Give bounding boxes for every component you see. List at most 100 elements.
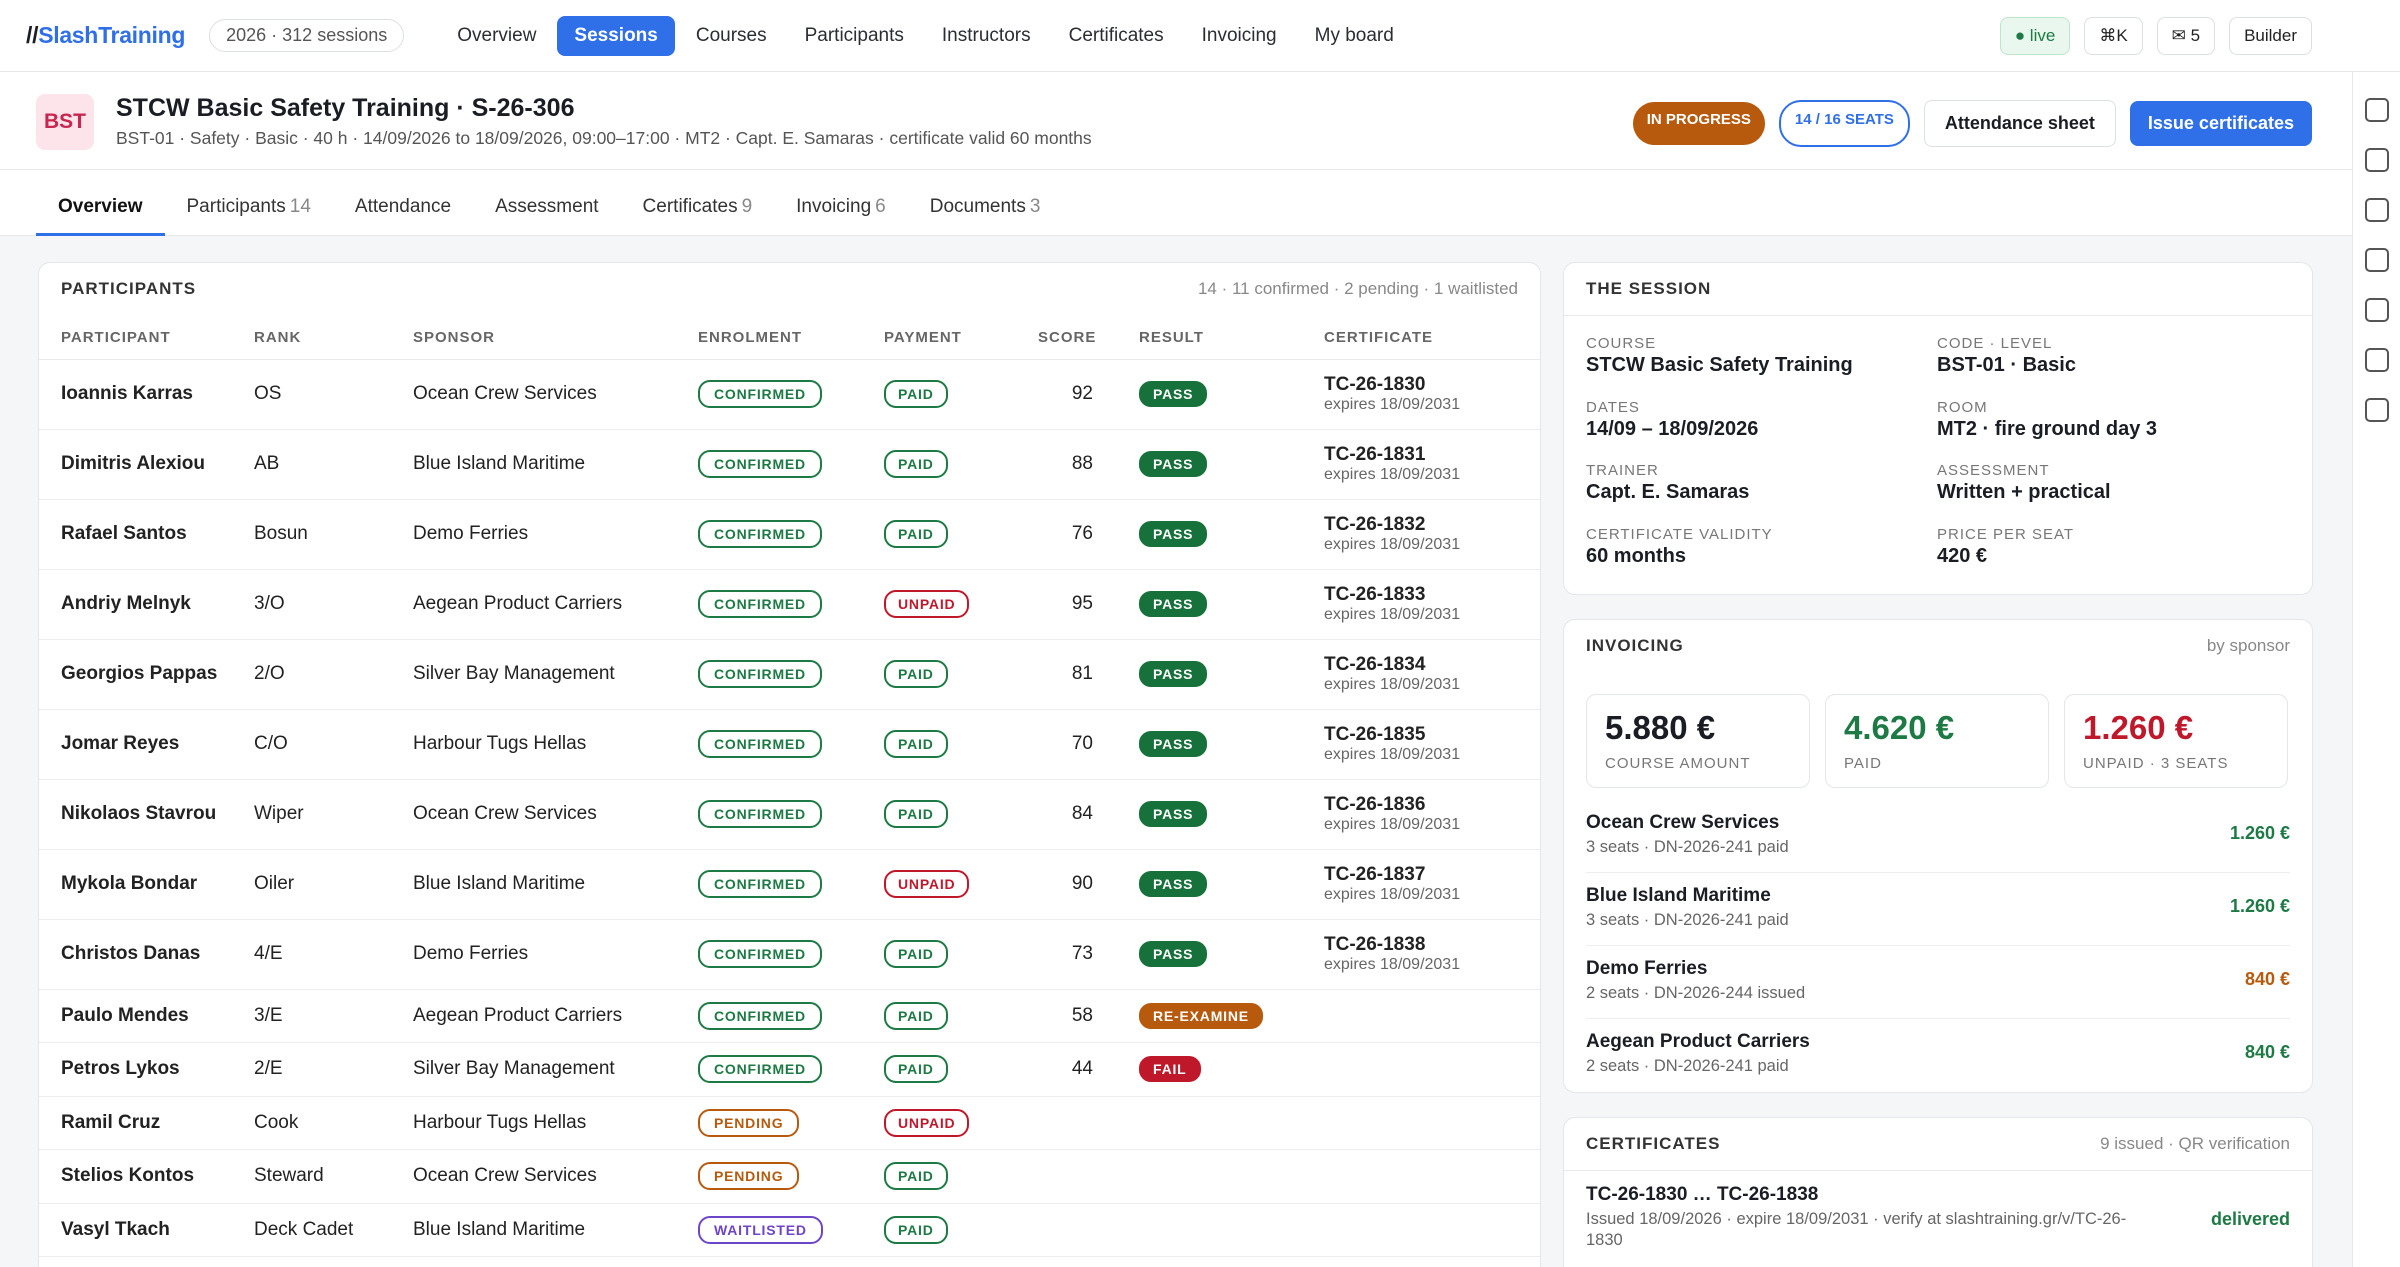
col-rank[interactable]: RANK bbox=[254, 317, 413, 360]
participant-name[interactable]: Petros Lykos bbox=[39, 1042, 254, 1097]
sponsor-row[interactable]: Demo Ferries 2 seats · DN-2026-244 issued… bbox=[1586, 946, 2290, 1019]
col-payment[interactable]: PAYMENT bbox=[884, 317, 1038, 360]
table-row[interactable]: Jomar Reyes C/O Harbour Tugs Hellas CONFIRM… bbox=[39, 709, 1540, 780]
tab-documents[interactable]: Documents 3 bbox=[908, 170, 1063, 235]
participant-name[interactable]: Paulo Mendes bbox=[39, 989, 254, 1043]
edge-checkbox[interactable] bbox=[2365, 298, 2389, 322]
nav-invoicing[interactable]: Invoicing bbox=[1185, 16, 1294, 56]
page-subtitle: BST-01 · Safety · Basic · 40 h · 14/09/2… bbox=[116, 128, 1092, 148]
certificate-number[interactable]: TC-26-1838 bbox=[1324, 934, 1540, 956]
tab-assessment[interactable]: Assessment bbox=[473, 170, 620, 235]
edge-checkbox[interactable] bbox=[2365, 148, 2389, 172]
edge-checkbox[interactable] bbox=[2365, 248, 2389, 272]
edge-checkbox[interactable] bbox=[2365, 98, 2389, 122]
payment-cell: PAID bbox=[884, 429, 1038, 500]
nav-courses[interactable]: Courses bbox=[679, 16, 784, 56]
table-row[interactable]: Georgios Pappas 2/O Silver Bay Management C… bbox=[39, 639, 1540, 710]
participant-name[interactable]: Vasyl Tkach bbox=[39, 1203, 254, 1257]
year-sessions-pill[interactable]: 2026 · 312 sessions bbox=[209, 19, 405, 52]
enrolment-badge: CONFIRMED bbox=[698, 660, 822, 688]
certificate-number[interactable]: TC-26-1835 bbox=[1324, 724, 1540, 746]
table-row[interactable]: Stelios Kontos Steward Ocean Crew Services… bbox=[39, 1149, 1540, 1204]
participants-summary: 14 · 11 confirmed · 2 pending · 1 waitli… bbox=[1197, 279, 1518, 298]
payment-badge: PAID bbox=[884, 520, 948, 548]
builder-button[interactable]: Builder bbox=[2229, 16, 2312, 55]
messages-button[interactable]: ✉ 5 bbox=[2156, 16, 2216, 55]
sponsor-row[interactable]: Aegean Product Carriers 2 seats · DN-2026… bbox=[1586, 1019, 2290, 1092]
participant-name[interactable]: Christos Danas bbox=[39, 919, 254, 990]
participant-score: 90 bbox=[1038, 849, 1139, 920]
table-header-row: PARTICIPANT RANK SPONSOR ENROLMENT PAYME… bbox=[39, 317, 1540, 360]
edge-checkbox[interactable] bbox=[2365, 398, 2389, 422]
table-row[interactable]: Dimitris Alexiou AB Blue Island Maritime CO… bbox=[39, 429, 1540, 500]
certificate-number[interactable]: TC-26-1837 bbox=[1324, 864, 1540, 886]
tab-invoicing[interactable]: Invoicing 6 bbox=[774, 170, 908, 235]
certificate-cell bbox=[1324, 1203, 1540, 1257]
certificate-number[interactable]: TC-26-1834 bbox=[1324, 654, 1540, 676]
app-logo[interactable]: //SlashTraining bbox=[26, 22, 185, 49]
payment-cell: PAID bbox=[884, 639, 1038, 710]
issue-certificates-button[interactable]: Issue certificates bbox=[2129, 101, 2312, 146]
participant-name[interactable]: Mykola Bondar bbox=[39, 849, 254, 920]
participant-name[interactable]: Ioannis Karras bbox=[39, 359, 254, 430]
certificate-range[interactable]: TC-26-1830 … TC-26-1838 bbox=[1586, 1184, 1818, 1206]
enrolment-cell: CONFIRMED bbox=[698, 569, 884, 640]
nav-participants[interactable]: Participants bbox=[788, 16, 921, 56]
tab-attendance[interactable]: Attendance bbox=[333, 170, 473, 235]
col-score[interactable]: SCORE bbox=[1038, 317, 1139, 360]
table-row[interactable]: Christos Danas 4/E Demo Ferries CONFIRMED PA… bbox=[39, 919, 1540, 990]
table-row[interactable]: Nikolaos Stavrou Wiper Ocean Crew Services… bbox=[39, 779, 1540, 850]
participant-name[interactable]: Andriy Melnyk bbox=[39, 569, 254, 640]
nav-certificates[interactable]: Certificates bbox=[1052, 16, 1181, 56]
nav-my-board[interactable]: My board bbox=[1298, 16, 1411, 56]
command-palette-button[interactable]: ⌘K bbox=[2084, 16, 2143, 55]
table-row[interactable]: Petros Lykos 2/E Silver Bay Management CONF… bbox=[39, 1042, 1540, 1097]
table-row[interactable]: Mykola Bondar Oiler Blue Island Maritime CO… bbox=[39, 849, 1540, 920]
participant-name[interactable]: Jomar Reyes bbox=[39, 709, 254, 780]
nav-sessions[interactable]: Sessions bbox=[557, 15, 675, 56]
col-result[interactable]: RESULT bbox=[1139, 317, 1324, 360]
col-enrolment[interactable]: ENROLMENT bbox=[698, 317, 884, 360]
tab-overview[interactable]: Overview bbox=[36, 170, 165, 236]
tab-certificates[interactable]: Certificates 9 bbox=[621, 170, 775, 235]
col-sponsor[interactable]: SPONSOR bbox=[413, 317, 698, 360]
certificate-number[interactable]: TC-26-1831 bbox=[1324, 444, 1540, 466]
table-row[interactable]: Paulo Mendes 3/E Aegean Product Carriers CO… bbox=[39, 989, 1540, 1043]
payment-cell: PAID bbox=[884, 359, 1038, 430]
table-row[interactable]: Vasyl Tkach Deck Cadet Blue Island Maritim… bbox=[39, 1203, 1540, 1257]
sponsor-row[interactable]: Blue Island Maritime 3 seats · DN-2026-24… bbox=[1586, 873, 2290, 946]
tab-participants[interactable]: Participants 14 bbox=[165, 170, 333, 235]
participant-rank: Deck Cadet bbox=[254, 1203, 413, 1257]
participant-name[interactable]: Nikolaos Stavrou bbox=[39, 779, 254, 850]
nav-instructors[interactable]: Instructors bbox=[925, 16, 1048, 56]
result-cell: PASS bbox=[1139, 919, 1324, 990]
participant-name[interactable]: Georgios Pappas bbox=[39, 639, 254, 710]
certificate-number[interactable]: TC-26-1836 bbox=[1324, 794, 1540, 816]
certificate-number[interactable]: TC-26-1830 bbox=[1324, 374, 1540, 396]
session-title: THE SESSION bbox=[1586, 279, 1712, 298]
certificate-cell: TC-26-1835 expires 18/09/2031 bbox=[1324, 709, 1540, 780]
participant-sponsor: Demo Ferries bbox=[413, 499, 698, 570]
participant-score: 95 bbox=[1038, 569, 1139, 640]
edge-checkbox[interactable] bbox=[2365, 348, 2389, 372]
attendance-sheet-button[interactable]: Attendance sheet bbox=[1923, 100, 2116, 147]
table-row[interactable]: Ioannis Karras OS Ocean Crew Services CONFI… bbox=[39, 359, 1540, 430]
nav-overview[interactable]: Overview bbox=[440, 16, 553, 56]
enrolment-cell: PENDING bbox=[698, 1149, 884, 1204]
certificate-number[interactable]: TC-26-1833 bbox=[1324, 584, 1540, 606]
table-row[interactable]: Ramil Cruz Cook Harbour Tugs Hellas PENDING… bbox=[39, 1096, 1540, 1150]
payment-badge: PAID bbox=[884, 1215, 948, 1244]
edge-checkbox[interactable] bbox=[2365, 198, 2389, 222]
invoicing-panel: INVOICING by sponsor 5.880 € COURSE AMOUN… bbox=[1563, 619, 2313, 1093]
sponsor-row[interactable]: Ocean Crew Services 3 seats · DN-2026-241… bbox=[1586, 800, 2290, 873]
participant-name[interactable]: Stelios Kontos bbox=[39, 1149, 254, 1204]
table-row[interactable]: Andriy Melnyk 3/O Aegean Product Carriers C… bbox=[39, 569, 1540, 640]
participant-name[interactable]: Rafael Santos bbox=[39, 499, 254, 570]
col-certificate[interactable]: CERTIFICATE bbox=[1324, 317, 1540, 360]
col-participant[interactable]: PARTICIPANT bbox=[39, 317, 254, 360]
participant-name[interactable]: Dimitris Alexiou bbox=[39, 429, 254, 500]
certificate-cell bbox=[1324, 1149, 1540, 1204]
participant-name[interactable]: Ramil Cruz bbox=[39, 1096, 254, 1150]
certificate-number[interactable]: TC-26-1832 bbox=[1324, 514, 1540, 536]
table-row[interactable]: Rafael Santos Bosun Demo Ferries CONFIRMED P… bbox=[39, 499, 1540, 570]
